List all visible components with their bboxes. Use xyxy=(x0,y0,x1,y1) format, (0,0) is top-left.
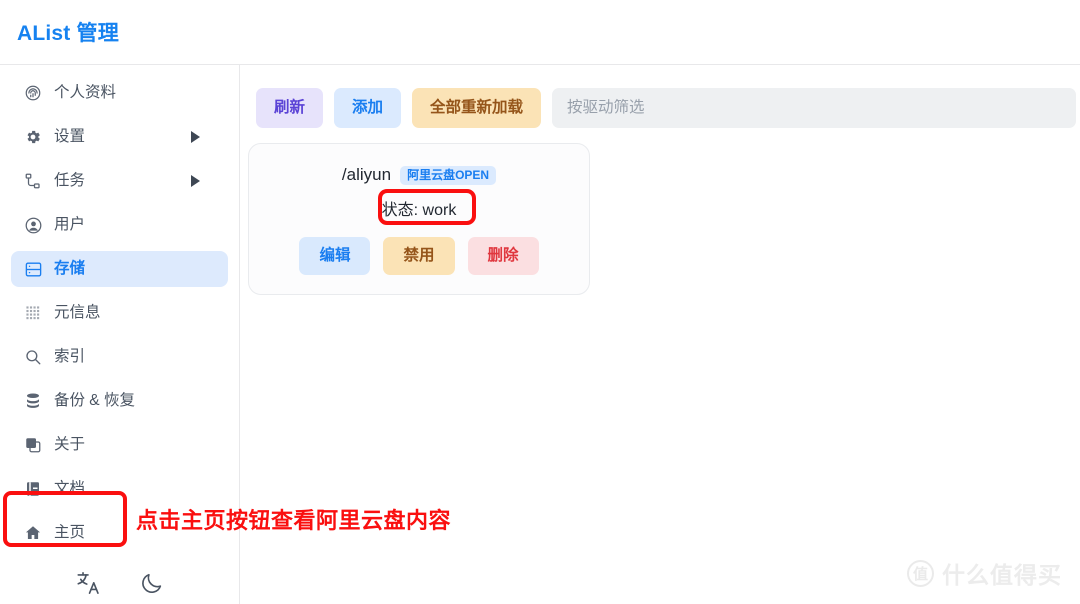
language-icon[interactable] xyxy=(72,567,104,599)
sidebar-item-label: 任务 xyxy=(54,172,86,190)
reload-all-button[interactable]: 全部重新加载 xyxy=(412,88,542,128)
sidebar-item-label: 用户 xyxy=(54,216,86,234)
delete-button[interactable]: 删除 xyxy=(467,237,539,275)
book-icon xyxy=(23,479,43,499)
storage-icon xyxy=(23,259,43,279)
storage-toolbar: 刷新 添加 全部重新加载 xyxy=(256,88,1076,128)
user-circle-icon xyxy=(23,215,43,235)
edit-button[interactable]: 编辑 xyxy=(299,237,371,275)
sidebar-item-about[interactable]: 关于 xyxy=(11,427,228,463)
sidebar-item-label: 存储 xyxy=(54,260,86,278)
sidebar-item-backup-restore[interactable]: 备份 & 恢复 xyxy=(11,383,228,419)
gear-icon xyxy=(23,127,43,147)
storage-mount-path: /aliyun xyxy=(341,165,392,184)
sidebar-item-profile[interactable]: 个人资料 xyxy=(11,75,228,111)
task-tree-icon xyxy=(23,171,43,191)
storage-driver-badge: 阿里云盘OPEN xyxy=(400,165,497,185)
driver-filter-input[interactable] xyxy=(552,88,1076,128)
disable-button[interactable]: 禁用 xyxy=(383,237,455,275)
add-button[interactable]: 添加 xyxy=(334,88,402,128)
sidebar-item-label: 文档 xyxy=(54,480,86,498)
sidebar-item-label: 设置 xyxy=(54,128,86,146)
sidebar-nav: 个人资料 设置 任务 用户 存储 元信息 索引 备份 & 恢复 关于 文档 主页 xyxy=(0,65,239,559)
page-title: AList 管理 xyxy=(17,22,119,45)
sidebar-item-tasks[interactable]: 任务 xyxy=(11,163,228,199)
chevron-right-icon xyxy=(191,131,200,143)
database-icon xyxy=(23,391,43,411)
meta-grid-icon xyxy=(23,303,43,323)
layers-icon xyxy=(23,435,43,455)
alist-admin-page: AList 管理 个人资料 设置 任务 用户 存储 元信息 索引 备份 & 恢复… xyxy=(0,0,1080,604)
sidebar-item-docs[interactable]: 文档 xyxy=(11,471,228,507)
sidebar-item-label: 个人资料 xyxy=(54,84,117,102)
sidebar-item-label: 备份 & 恢复 xyxy=(54,392,135,410)
storage-card-header: /aliyun 阿里云盘OPEN xyxy=(249,165,589,185)
refresh-button[interactable]: 刷新 xyxy=(256,88,324,128)
sidebar-item-label: 索引 xyxy=(54,348,86,366)
main-content: 刷新 添加 全部重新加载 /aliyun 阿里云盘OPEN 状态: work 编… xyxy=(240,65,1080,604)
sidebar-footer xyxy=(0,567,239,599)
search-icon xyxy=(23,347,43,367)
sidebar-item-storage[interactable]: 存储 xyxy=(11,251,228,287)
sidebar-item-settings[interactable]: 设置 xyxy=(11,119,228,155)
chevron-right-icon xyxy=(191,175,200,187)
storage-status-text: 状态: work xyxy=(381,202,457,219)
sidebar-item-index[interactable]: 索引 xyxy=(11,339,228,375)
storage-card[interactable]: /aliyun 阿里云盘OPEN 状态: work 编辑 禁用 删除 xyxy=(248,143,590,295)
home-icon xyxy=(23,523,43,543)
storage-card-actions: 编辑 禁用 删除 xyxy=(249,237,589,275)
fingerprint-icon xyxy=(23,83,43,103)
sidebar-item-meta[interactable]: 元信息 xyxy=(11,295,228,331)
sidebar-item-home[interactable]: 主页 xyxy=(11,515,228,551)
sidebar-item-users[interactable]: 用户 xyxy=(11,207,228,243)
app-header: AList 管理 xyxy=(0,0,1080,65)
sidebar-item-label: 主页 xyxy=(54,524,86,542)
sidebar: 个人资料 设置 任务 用户 存储 元信息 索引 备份 & 恢复 关于 文档 主页 xyxy=(0,65,240,604)
sidebar-item-label: 元信息 xyxy=(54,304,101,322)
sidebar-item-label: 关于 xyxy=(54,436,86,454)
moon-icon[interactable] xyxy=(136,567,168,599)
